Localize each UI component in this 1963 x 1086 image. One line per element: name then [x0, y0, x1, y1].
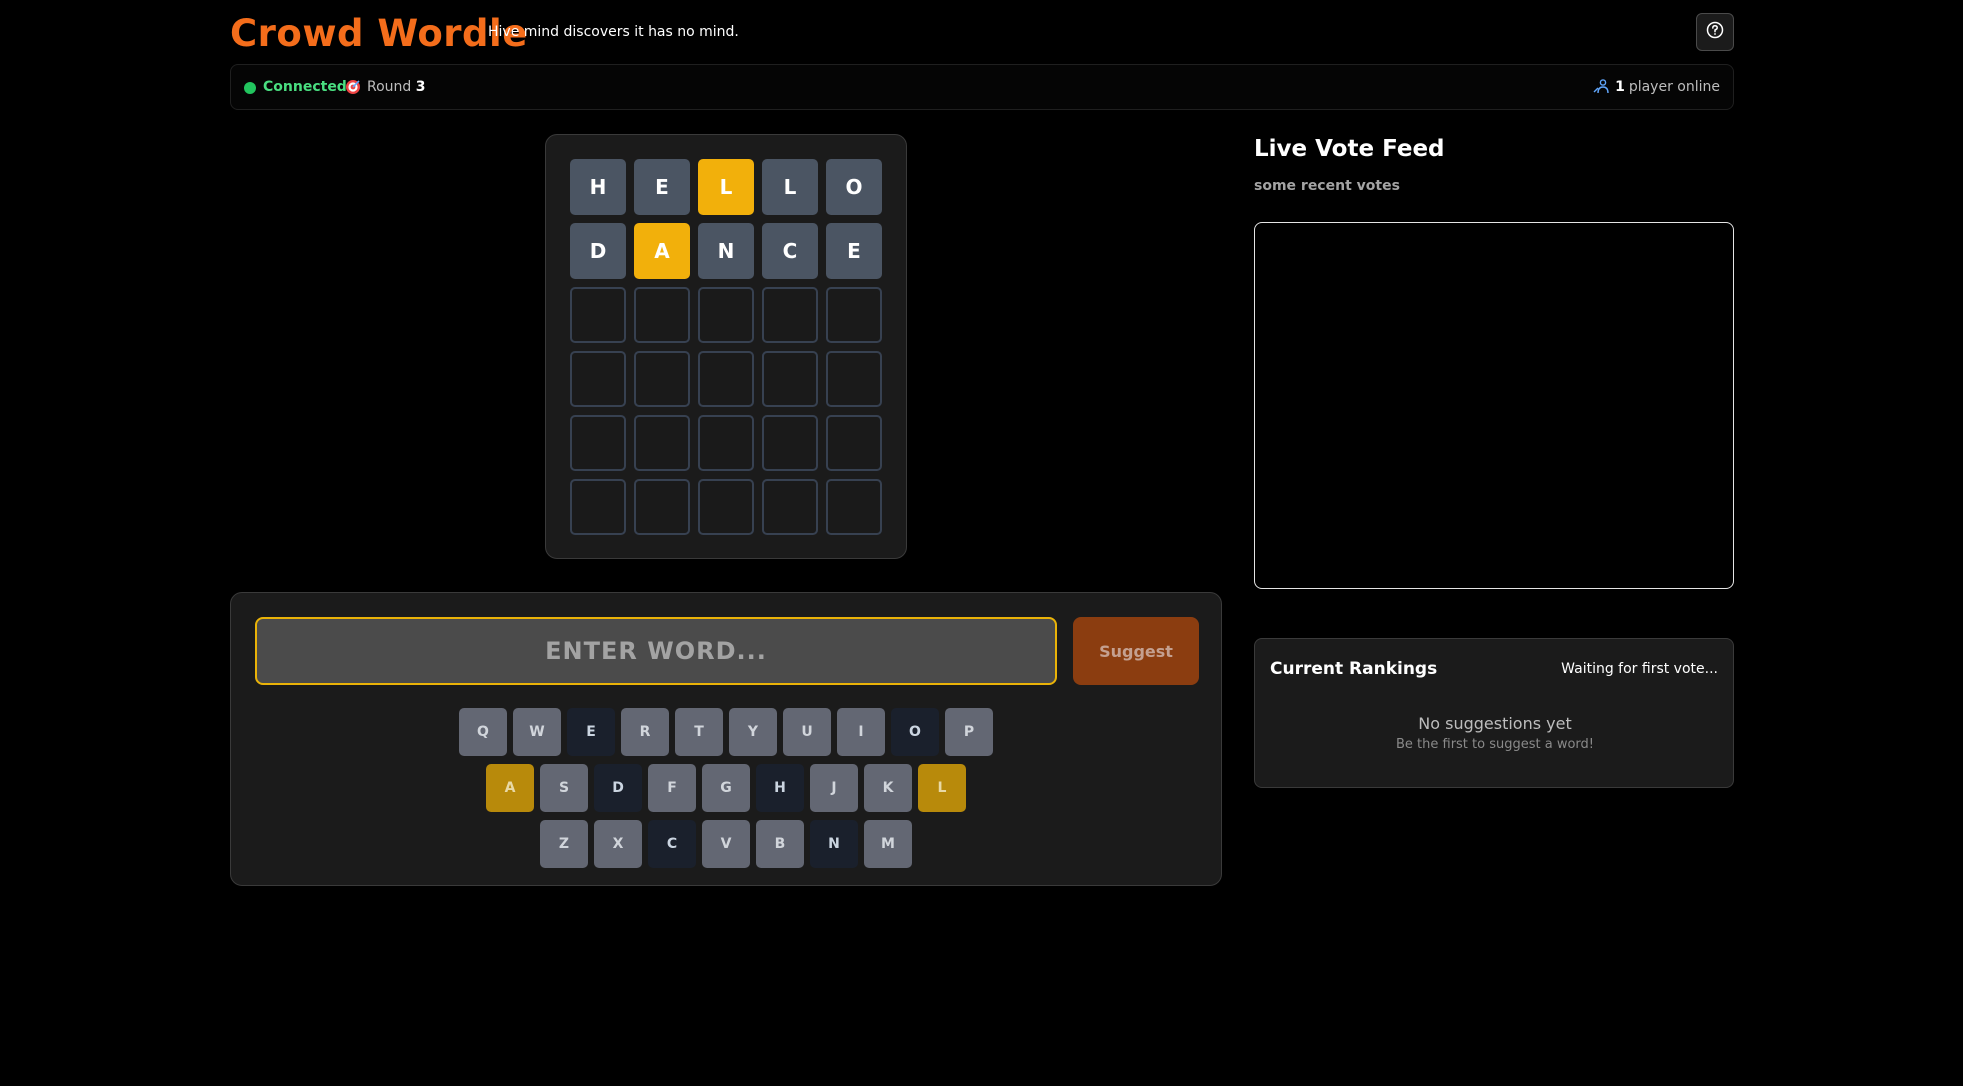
suggest-button[interactable]: Suggest: [1073, 617, 1199, 685]
key-t[interactable]: T: [675, 708, 723, 756]
board-tile: L: [698, 159, 754, 215]
question-circle-icon: [1706, 21, 1724, 43]
key-y[interactable]: Y: [729, 708, 777, 756]
board-tile: E: [826, 223, 882, 279]
key-e[interactable]: E: [567, 708, 615, 756]
rankings-empty-hint: Be the first to suggest a word!: [1395, 737, 1594, 752]
key-d[interactable]: D: [594, 764, 642, 812]
key-c[interactable]: C: [648, 820, 696, 868]
key-a[interactable]: A: [486, 764, 534, 812]
key-u[interactable]: U: [783, 708, 831, 756]
people-icon: [1593, 79, 1610, 94]
key-r[interactable]: R: [621, 708, 669, 756]
board-tile: [570, 287, 626, 343]
feed-subtitle: some recent votes: [1254, 178, 1400, 194]
board-tile: [826, 415, 882, 471]
round-label: Round: [367, 79, 412, 95]
key-x[interactable]: X: [594, 820, 642, 868]
key-l[interactable]: L: [918, 764, 966, 812]
board-tile: [698, 479, 754, 535]
key-j[interactable]: J: [810, 764, 858, 812]
connection-dot: [244, 82, 256, 94]
round-number: 3: [415, 79, 426, 95]
rankings-title: Current Rankings: [1270, 659, 1438, 679]
round-indicator: Round 3: [367, 79, 426, 95]
board-tile: [634, 287, 690, 343]
board-tile: [634, 351, 690, 407]
board-tile: N: [698, 223, 754, 279]
key-z[interactable]: Z: [540, 820, 588, 868]
board-tile: H: [570, 159, 626, 215]
feed-title: Live Vote Feed: [1254, 136, 1445, 162]
players-label: player online: [1628, 79, 1720, 95]
key-i[interactable]: I: [837, 708, 885, 756]
key-n[interactable]: N: [810, 820, 858, 868]
key-p[interactable]: P: [945, 708, 993, 756]
game-board: HELLODANCE: [545, 134, 907, 559]
board-tile: [634, 479, 690, 535]
board-tile: [570, 415, 626, 471]
board-tile: D: [570, 223, 626, 279]
players-online: 1 player online: [1593, 79, 1720, 95]
key-q[interactable]: Q: [459, 708, 507, 756]
board-tile: L: [762, 159, 818, 215]
header: Crowd Wordle Hive mind discovers it has …: [230, 10, 1734, 60]
key-h[interactable]: H: [756, 764, 804, 812]
board-tile: [826, 287, 882, 343]
board-tile: [762, 479, 818, 535]
board-tile: [698, 287, 754, 343]
key-b[interactable]: B: [756, 820, 804, 868]
board-tile: [698, 351, 754, 407]
app: Crowd Wordle Hive mind discovers it has …: [230, 0, 1734, 1086]
key-g[interactable]: G: [702, 764, 750, 812]
board-tile: [570, 351, 626, 407]
board-tile: [698, 415, 754, 471]
board-tile: [762, 415, 818, 471]
key-w[interactable]: W: [513, 708, 561, 756]
tagline: Hive mind discovers it has no mind.: [488, 24, 739, 40]
rankings-empty-text: No suggestions yet: [1418, 714, 1572, 733]
status-bar: Connected Round 3 1 player online: [230, 64, 1734, 110]
key-o[interactable]: O: [891, 708, 939, 756]
word-input[interactable]: [255, 617, 1057, 685]
key-k[interactable]: K: [864, 764, 912, 812]
board-tile: [826, 479, 882, 535]
key-m[interactable]: M: [864, 820, 912, 868]
vote-feed[interactable]: [1254, 222, 1734, 589]
connection-status: Connected: [263, 79, 347, 95]
app-title: Crowd Wordle: [230, 12, 528, 55]
rankings-panel: Current Rankings Waiting for first vote.…: [1254, 638, 1734, 788]
board-tile: [762, 351, 818, 407]
rankings-status: Waiting for first vote...: [1561, 661, 1718, 677]
input-panel: Suggest QWERTYUIOP ASDFGHJKL ZXCVBNM: [230, 592, 1222, 886]
board-tile: [762, 287, 818, 343]
board-tile: A: [634, 223, 690, 279]
board-tile: [634, 415, 690, 471]
key-s[interactable]: S: [540, 764, 588, 812]
players-count: 1: [1615, 79, 1625, 95]
board-tile: [570, 479, 626, 535]
help-button[interactable]: [1696, 13, 1734, 51]
key-f[interactable]: F: [648, 764, 696, 812]
board-tile: C: [762, 223, 818, 279]
board-tile: O: [826, 159, 882, 215]
target-icon: [345, 79, 361, 95]
board-tile: E: [634, 159, 690, 215]
key-v[interactable]: V: [702, 820, 750, 868]
board-tile: [826, 351, 882, 407]
